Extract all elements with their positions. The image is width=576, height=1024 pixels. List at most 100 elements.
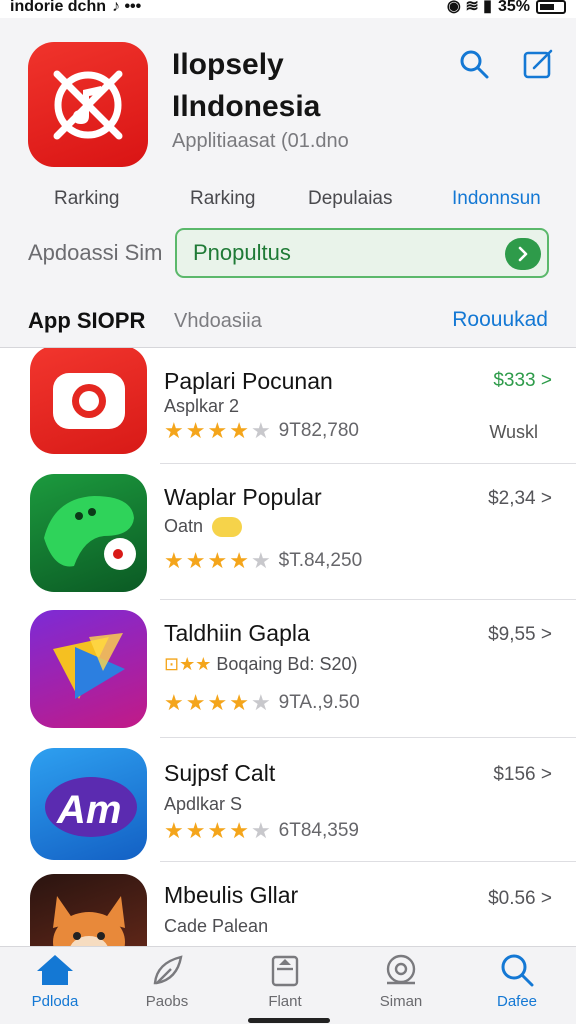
star-icon: ★ xyxy=(207,818,228,843)
tab-bar-search[interactable]: Dafee xyxy=(462,953,572,1010)
app-name: Taldhiin Gapla xyxy=(164,620,310,646)
tiktok-icon: ♪ ••• xyxy=(112,0,142,15)
star-icon: ★ xyxy=(229,548,249,573)
rating-stars: ★ ★ ★ ★ ★ 6T84,359 xyxy=(164,820,359,842)
rating-count: 9TA.,9.50 xyxy=(278,692,360,713)
compose-button[interactable] xyxy=(520,46,556,82)
tab-popular[interactable]: Depulaias xyxy=(308,188,393,210)
star-icon: ★ xyxy=(207,690,228,715)
search-box[interactable] xyxy=(175,228,549,278)
list-item[interactable]: Paplari Pocunan Asplkar 2 ★ ★ ★ ★ ★ 9T82,780… xyxy=(0,348,576,464)
star-icon: ★ xyxy=(185,548,206,573)
price-button[interactable]: $333 > xyxy=(493,370,552,392)
app-name: Waplar Popular xyxy=(164,484,322,510)
tab-bar-label: Paobs xyxy=(145,993,189,1010)
app-title-line1: Ilopsely xyxy=(172,48,284,81)
star-icon: ★ xyxy=(207,548,228,573)
battery-percent: 35% xyxy=(497,0,530,15)
search-icon xyxy=(501,954,534,987)
status-left: indorie dchn ♪ ••• xyxy=(10,0,142,15)
music-app-icon[interactable] xyxy=(28,42,148,167)
star-icon: ★ xyxy=(185,818,206,843)
search-input[interactable] xyxy=(193,240,493,266)
app-title-line2: Ilndonesia xyxy=(172,90,321,123)
list-item[interactable]: Taldhiin Gapla ⊡★★ Boqaing Bd: S20) ★ ★ ★ ★… xyxy=(0,600,576,738)
battery-icon xyxy=(536,0,566,14)
app-name: Sujpsf Calt xyxy=(164,760,276,786)
svg-text:Am: Am xyxy=(56,788,121,832)
status-carrier: indorie dchn xyxy=(10,0,106,15)
home-indicator xyxy=(248,1018,330,1023)
chevron-right-icon xyxy=(518,246,528,262)
star-icon: ★ xyxy=(164,418,184,443)
rocket-icon xyxy=(153,955,183,985)
section-link[interactable]: Roouukad xyxy=(452,308,548,332)
wifi-icon: ◉ ≋ ▮ xyxy=(446,0,492,15)
fox-icon xyxy=(52,896,125,946)
tab-ranking-1[interactable]: Rarking xyxy=(54,188,119,210)
price-button[interactable]: $0.56 > xyxy=(488,888,552,910)
tab-indonesia[interactable]: Indonnsun xyxy=(452,188,541,210)
app-subtitle: Apdlkar S xyxy=(164,794,243,814)
search-button[interactable] xyxy=(456,46,492,82)
star-icon: ★ xyxy=(229,418,249,443)
list-item[interactable]: Mbeulis Gllar Cade Palean $0.56 > xyxy=(0,862,576,946)
rating-count: 6T84,359 xyxy=(278,820,359,841)
star-empty-icon: ★ xyxy=(250,548,271,573)
tab-bar-apps[interactable]: Flant xyxy=(230,953,340,1010)
compose-icon xyxy=(523,49,553,79)
tab-bar-label: Flant xyxy=(268,993,302,1010)
search-icon xyxy=(460,50,489,79)
app-subtitle: ⊡★★ Boqaing Bd: S20) xyxy=(164,654,357,675)
mini-stars-icon: ⊡★★ xyxy=(164,654,212,674)
app-subtitle: Oatn xyxy=(164,516,243,538)
app-list: Paplari Pocunan Asplkar 2 ★ ★ ★ ★ ★ 9T82,780… xyxy=(0,348,576,946)
tab-bar-arcade[interactable]: Siman xyxy=(346,953,456,1010)
triangle-shapes-icon xyxy=(52,633,125,699)
rating-count: $T.84,250 xyxy=(278,550,363,571)
rating-stars: ★ ★ ★ ★ ★ 9TA.,9.50 xyxy=(164,692,360,714)
search-label: Apdoassi Sim xyxy=(28,240,163,265)
app-extra-label: Wuskl xyxy=(489,422,538,442)
price-button[interactable]: $2,34 > xyxy=(488,488,552,510)
dino-game-icon xyxy=(30,474,147,592)
tab-bar-home[interactable]: Pdloda xyxy=(0,953,110,1010)
tabs-row: Rarking Rarking Depulaias Indonnsun xyxy=(0,188,576,218)
star-icon: ★ xyxy=(229,818,249,843)
tab-ranking-2[interactable]: Rarking xyxy=(190,188,255,210)
status-right: ◉ ≋ ▮ 35% xyxy=(446,0,566,15)
price-button[interactable]: $9,55 > xyxy=(488,624,552,646)
app-name: Mbeulis Gllar xyxy=(164,882,299,908)
app-subtitle-text: Oatn xyxy=(164,516,204,536)
search-go-button[interactable] xyxy=(505,238,541,270)
stack-icon xyxy=(271,955,299,987)
home-icon xyxy=(37,955,73,985)
rating-count: 9T82,780 xyxy=(278,420,359,441)
star-icon: ★ xyxy=(185,418,206,443)
star-icon: ★ xyxy=(164,690,184,715)
rating-stars: ★ ★ ★ ★ ★ 9T82,780 xyxy=(164,420,359,442)
puzzle-game-icon xyxy=(30,610,147,728)
camera-icon xyxy=(52,373,125,429)
green-creature-icon xyxy=(43,496,136,570)
app-subtitle: Applitiaasat (01.dno xyxy=(172,130,349,152)
list-item[interactable]: Waplar Popular Oatn ★ ★ ★ ★ ★ $T.84,250 $2,3… xyxy=(0,464,576,600)
star-empty-icon: ★ xyxy=(250,418,271,443)
list-item[interactable]: Am Sujpsf Calt Apdlkar S ★ ★ ★ ★ ★ 6T84,359 … xyxy=(0,738,576,862)
price-button[interactable]: $156 > xyxy=(493,764,552,786)
music-no-icon xyxy=(53,70,123,139)
tab-bar-label: Siman xyxy=(379,993,423,1010)
app-subtitle: Cade Palean xyxy=(164,916,269,936)
star-empty-icon: ★ xyxy=(250,690,271,715)
arcade-icon xyxy=(386,954,416,985)
tab-bar-games[interactable]: Paobs xyxy=(112,953,222,1010)
section-subtitle: Vhdoasiia xyxy=(174,310,262,332)
tab-bar-label: Pdloda xyxy=(31,993,79,1010)
fox-game-icon xyxy=(30,874,147,946)
status-bar: indorie dchn ♪ ••• ◉ ≋ ▮ 35% xyxy=(0,0,576,18)
star-icon: ★ xyxy=(164,818,184,843)
app-name: Paplari Pocunan xyxy=(164,368,333,394)
app-subtitle-text: Boqaing Bd: S20) xyxy=(216,654,358,674)
bottom-tab-bar: Pdloda Paobs Flant Siman Dafee xyxy=(0,946,576,1024)
emoji-badge-icon xyxy=(212,517,243,538)
